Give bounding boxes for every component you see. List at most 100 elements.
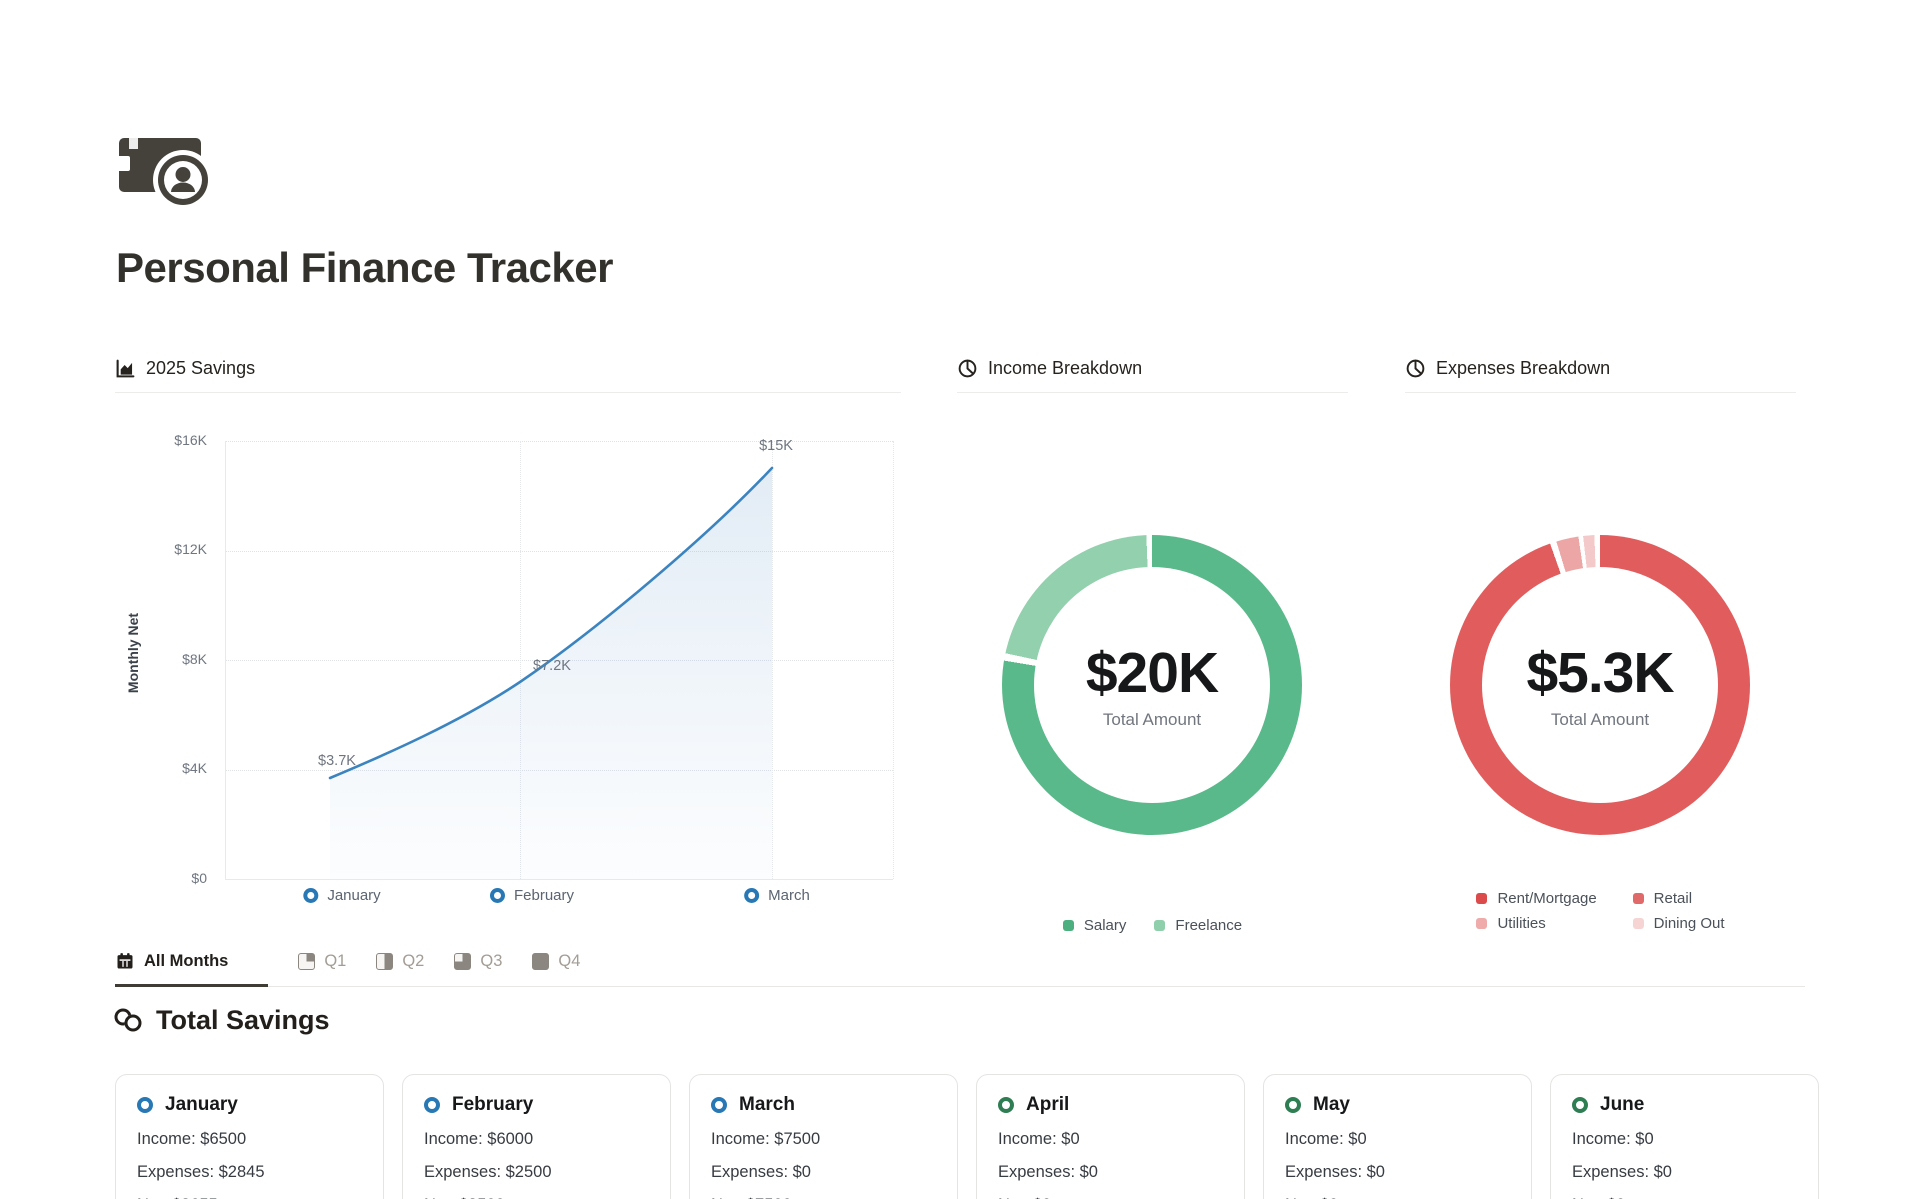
x-label-text: February xyxy=(514,887,574,904)
expenses-legend: Rent/Mortgage Retail Utilities Dining Ou… xyxy=(1405,890,1796,932)
legend-label: Rent/Mortgage xyxy=(1497,890,1596,907)
savings-panel-title: 2025 Savings xyxy=(146,358,255,379)
income-line: Income: $0 xyxy=(998,1130,1223,1149)
expenses-panel-title: Expenses Breakdown xyxy=(1436,358,1610,379)
utilities-swatch-icon xyxy=(1476,918,1487,929)
tab-q1[interactable]: Q1 xyxy=(298,952,346,987)
expenses-line: Expenses: $0 xyxy=(1285,1163,1510,1182)
y-tick: $8K xyxy=(115,651,207,667)
data-label: $7.2K xyxy=(533,658,571,674)
dining-swatch-icon xyxy=(1633,918,1644,929)
income-donut-center: $20K Total Amount xyxy=(1034,567,1270,803)
income-legend: Salary Freelance xyxy=(957,917,1348,934)
income-line: Income: $0 xyxy=(1285,1130,1510,1149)
total-savings-header: Total Savings xyxy=(113,1005,330,1036)
legend-item-salary[interactable]: Salary xyxy=(1063,917,1127,934)
freelance-swatch-icon xyxy=(1154,920,1165,931)
income-panel-title: Income Breakdown xyxy=(988,358,1142,379)
tab-label: Q1 xyxy=(324,952,346,971)
x-label-text: January xyxy=(327,887,380,904)
legend-label: Salary xyxy=(1084,917,1127,934)
month-marker-icon xyxy=(711,1097,727,1113)
calendar-icon xyxy=(115,951,135,971)
area-chart-icon xyxy=(115,358,136,379)
money-icon xyxy=(117,128,221,215)
data-label: $3.7K xyxy=(318,753,356,769)
savings-chart-panel: 2025 Savings Monthly Net $16K $12K $8K $… xyxy=(115,358,901,923)
coins-icon xyxy=(113,1007,145,1034)
income-donut-chart: $20K Total Amount Salary Freelance xyxy=(957,393,1348,938)
expenses-line: Expenses: $0 xyxy=(711,1163,936,1182)
legend-item-retail[interactable]: Retail xyxy=(1633,890,1725,907)
x-label-january: January xyxy=(303,887,380,904)
y-tick: $0 xyxy=(115,870,207,886)
y-tick: $4K xyxy=(115,760,207,776)
month-cards-grid: January Income: $6500 Expenses: $2845 Ne… xyxy=(115,1074,1819,1199)
month-marker-icon xyxy=(137,1097,153,1113)
month-card-june[interactable]: June Income: $0 Expenses: $0 Net: $0 xyxy=(1550,1074,1819,1199)
expenses-line: Expenses: $2500 xyxy=(424,1163,649,1182)
quarter-3-icon xyxy=(454,953,471,970)
salary-swatch-icon xyxy=(1063,920,1074,931)
income-panel-header: Income Breakdown xyxy=(957,358,1348,393)
data-label: $15K xyxy=(759,438,793,454)
month-marker-icon xyxy=(1572,1097,1588,1113)
quarter-2-icon xyxy=(376,953,393,970)
savings-panel-header: 2025 Savings xyxy=(115,358,901,393)
legend-item-dining[interactable]: Dining Out xyxy=(1633,915,1725,932)
expenses-breakdown-panel: Expenses Breakdown $5.3K Total Amount Re… xyxy=(1405,358,1796,938)
rent-swatch-icon xyxy=(1476,893,1487,904)
income-total-value: $20K xyxy=(1086,640,1218,706)
legend-label: Freelance xyxy=(1175,917,1242,934)
tab-all-months[interactable]: All Months xyxy=(115,951,268,987)
month-name: June xyxy=(1600,1094,1644,1116)
month-marker-icon xyxy=(424,1097,440,1113)
month-card-march[interactable]: March Income: $7500 Expenses: $0 Net: $7… xyxy=(689,1074,958,1199)
income-line: Income: $6000 xyxy=(424,1130,649,1149)
quarter-1-icon xyxy=(298,953,315,970)
legend-label: Retail xyxy=(1654,890,1692,907)
tab-q3[interactable]: Q3 xyxy=(454,952,502,987)
legend-item-utilities[interactable]: Utilities xyxy=(1476,915,1596,932)
legend-label: Utilities xyxy=(1497,915,1545,932)
tab-label: Q3 xyxy=(480,952,502,971)
legend-label: Dining Out xyxy=(1654,915,1725,932)
income-total-label: Total Amount xyxy=(1103,710,1201,730)
income-breakdown-panel: Income Breakdown $20K Total Amount Salar… xyxy=(957,358,1348,938)
x-label-text: March xyxy=(768,887,810,904)
expenses-line: Expenses: $0 xyxy=(1572,1163,1797,1182)
retail-swatch-icon xyxy=(1633,893,1644,904)
tab-label: All Months xyxy=(144,952,228,971)
tab-label: Q2 xyxy=(402,952,424,971)
month-marker-icon xyxy=(998,1097,1014,1113)
month-card-may[interactable]: May Income: $0 Expenses: $0 Net: $0 xyxy=(1263,1074,1532,1199)
x-label-march: March xyxy=(744,887,810,904)
y-tick: $16K xyxy=(115,432,207,448)
tab-label: Q4 xyxy=(558,952,580,971)
x-label-february: February xyxy=(490,887,574,904)
expenses-line: Expenses: $0 xyxy=(998,1163,1223,1182)
month-marker-icon xyxy=(1285,1097,1301,1113)
point-marker-icon xyxy=(490,888,505,903)
month-name: February xyxy=(452,1094,533,1116)
savings-line-chart: Monthly Net $16K $12K $8K $4K $0 xyxy=(115,393,901,923)
legend-item-rent[interactable]: Rent/Mortgage xyxy=(1476,890,1596,907)
month-name: January xyxy=(165,1094,238,1116)
y-tick: $12K xyxy=(115,541,207,557)
month-card-january[interactable]: January Income: $6500 Expenses: $2845 Ne… xyxy=(115,1074,384,1199)
gridline xyxy=(893,441,894,879)
quarter-filter-tabs: All Months Q1 Q2 Q3 Q4 xyxy=(115,951,1805,987)
month-name: March xyxy=(739,1094,795,1116)
x-axis-line xyxy=(225,879,893,880)
pie-chart-icon xyxy=(957,358,978,379)
legend-item-freelance[interactable]: Freelance xyxy=(1154,917,1242,934)
month-card-february[interactable]: February Income: $6000 Expenses: $2500 N… xyxy=(402,1074,671,1199)
month-name: May xyxy=(1313,1094,1350,1116)
tab-q4[interactable]: Q4 xyxy=(532,952,580,987)
expenses-panel-header: Expenses Breakdown xyxy=(1405,358,1796,393)
income-line: Income: $0 xyxy=(1572,1130,1797,1149)
tab-q2[interactable]: Q2 xyxy=(376,952,424,987)
total-savings-title: Total Savings xyxy=(156,1005,330,1036)
month-card-april[interactable]: April Income: $0 Expenses: $0 Net: $0 xyxy=(976,1074,1245,1199)
expenses-line: Expenses: $2845 xyxy=(137,1163,362,1182)
